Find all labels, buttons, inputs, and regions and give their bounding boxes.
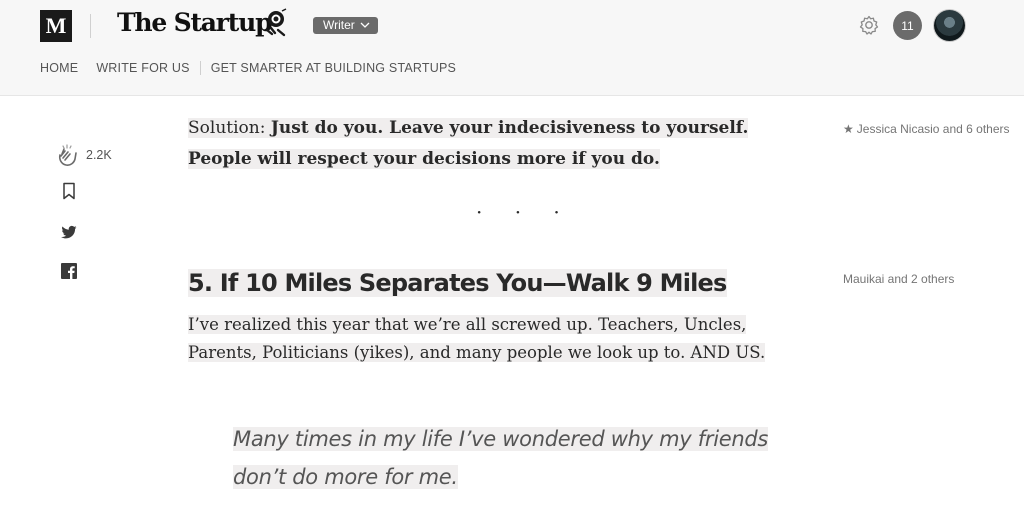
publication-logo-icon[interactable] [260, 8, 292, 40]
publication-nav: HOME WRITE FOR US GET SMARTER AT BUILDIN… [40, 61, 456, 75]
top-header: M The Startup Writer 11 HOME WRITE FOR U… [0, 0, 1024, 96]
star-icon: ★ [843, 122, 854, 136]
pull-quote-text: Many times in my life I’ve wondered why … [233, 427, 769, 489]
facebook-icon[interactable] [60, 262, 78, 280]
article-paragraph: Solution: Just do you. Leave your indeci… [188, 113, 808, 175]
highlighted-bold-text: Just do you. Leave your indecisiveness t… [188, 118, 749, 169]
writer-badge-label: Writer [323, 18, 355, 32]
paragraph-lead-text: Solution: [188, 118, 271, 138]
highlight-note[interactable]: Mauikai and 2 others [843, 272, 954, 286]
clap-icon [58, 144, 77, 166]
user-avatar[interactable] [934, 10, 965, 41]
medium-logo[interactable]: M [40, 10, 72, 42]
clap-count: 2.2K [86, 148, 112, 162]
section-heading: 5. If 10 Miles Separates You—Walk 9 Mile… [188, 265, 727, 301]
writer-dropdown-button[interactable]: Writer [313, 17, 378, 34]
pull-quote: Many times in my life I’ve wondered why … [233, 420, 813, 496]
section-heading-text: 5. If 10 Miles Separates You—Walk 9 Mile… [188, 269, 727, 297]
highlight-note-text: Mauikai and 2 others [843, 272, 955, 286]
highlight-note-text: Jessica Nicasio and 6 others [856, 122, 1010, 136]
gear-icon[interactable] [858, 14, 880, 36]
notifications-button[interactable]: 11 [893, 11, 922, 40]
bookmark-icon[interactable] [60, 182, 78, 200]
chevron-down-icon [360, 22, 370, 28]
twitter-icon[interactable] [60, 223, 78, 241]
logo-divider [90, 14, 91, 38]
section-separator: · · · [476, 200, 573, 224]
nav-get-smarter[interactable]: GET SMARTER AT BUILDING STARTUPS [211, 61, 456, 75]
highlighted-paragraph-text: I’ve realized this year that we’re all s… [188, 315, 766, 362]
nav-divider [199, 61, 201, 75]
clap-button[interactable]: 2.2K [56, 142, 126, 168]
publication-name[interactable]: The Startup [117, 8, 273, 37]
article-paragraph: I’ve realized this year that we’re all s… [188, 311, 808, 367]
nav-write-for-us[interactable]: WRITE FOR US [96, 61, 189, 75]
highlight-note[interactable]: ★ Jessica Nicasio and 6 others [843, 122, 1010, 136]
nav-home[interactable]: HOME [40, 61, 78, 75]
